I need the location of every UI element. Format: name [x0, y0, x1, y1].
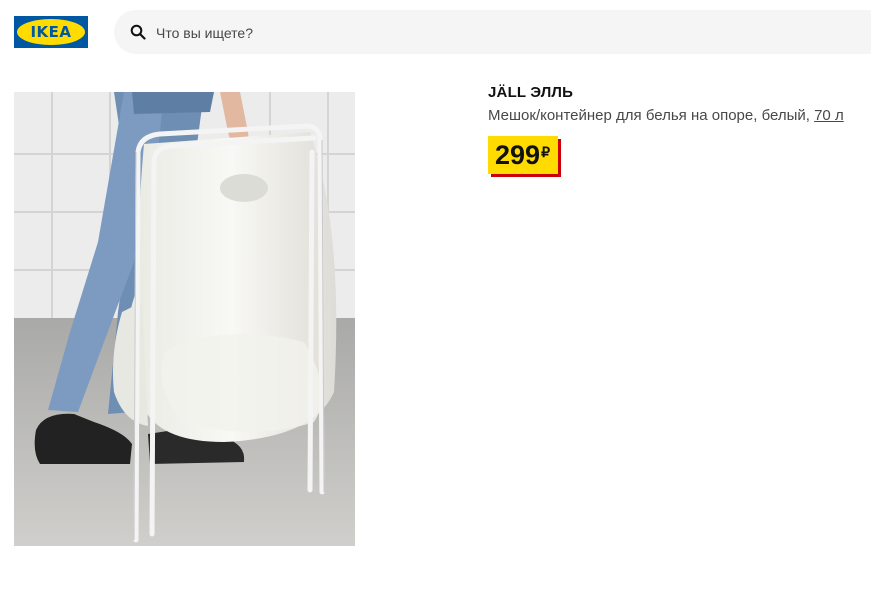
price-amount: 299 — [495, 140, 541, 170]
search-icon[interactable] — [130, 24, 146, 40]
product-description: Мешок/контейнер для белья на опоре, белы… — [488, 107, 844, 124]
ikea-logo[interactable]: IKEA — [14, 16, 88, 48]
product-name[interactable]: JÄLL ЭЛЛЬ — [488, 84, 573, 101]
search-bar[interactable] — [114, 10, 871, 56]
product-description-text: Мешок/контейнер для белья на опоре, белы… — [488, 107, 815, 124]
search-input[interactable] — [154, 10, 758, 56]
logo-oval: IKEA — [17, 19, 85, 45]
product-size-link[interactable]: 70 л — [814, 107, 844, 124]
price-tag: 299 ₽ — [488, 136, 558, 174]
product-image[interactable] — [14, 92, 355, 546]
logo-text: IKEA — [30, 23, 72, 41]
price-currency: ₽ — [541, 144, 550, 160]
